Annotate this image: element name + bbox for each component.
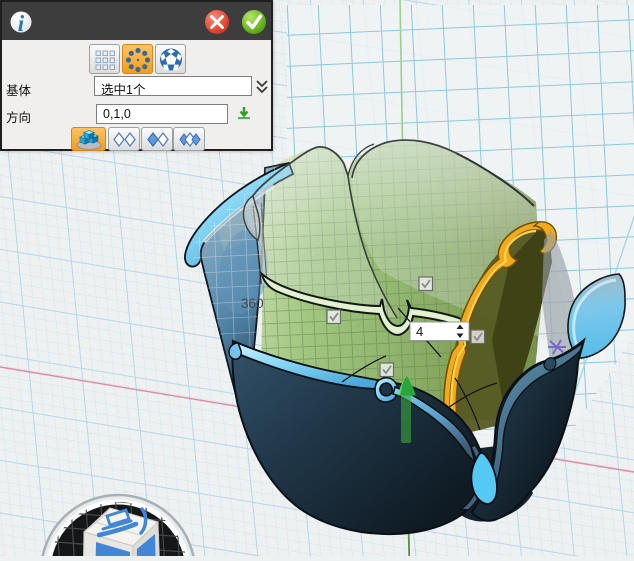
svg-text:4: 4 bbox=[416, 324, 423, 339]
svg-text:i: i bbox=[18, 11, 25, 36]
svg-text:360: 360 bbox=[241, 296, 264, 311]
